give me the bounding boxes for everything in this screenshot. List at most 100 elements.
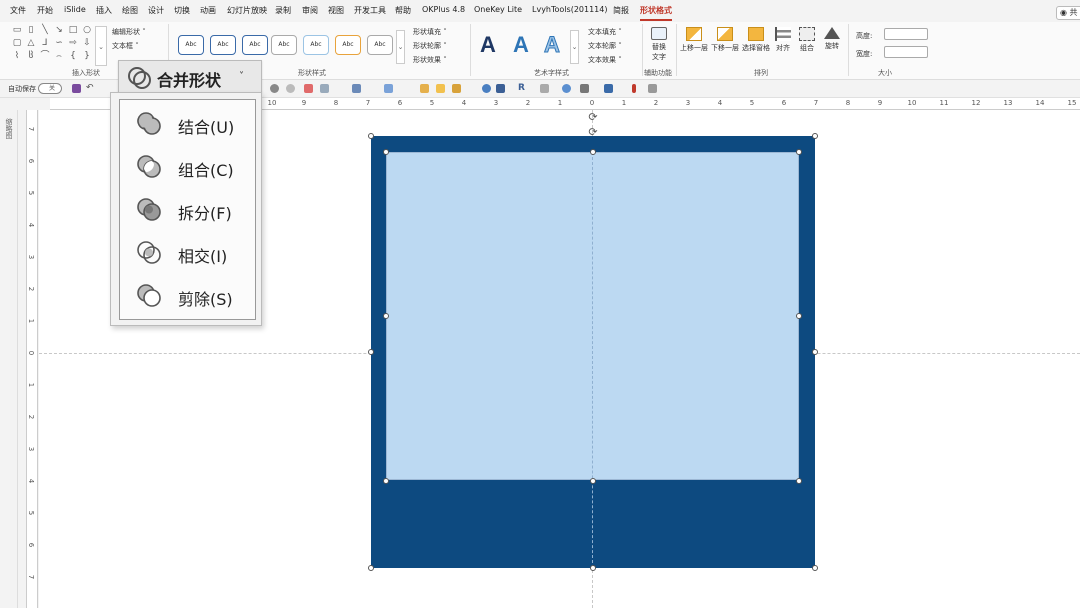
toolbar-dot-icon[interactable] — [286, 84, 295, 93]
menu-home[interactable]: 开始 — [37, 5, 53, 16]
wordart-style-1[interactable]: A — [480, 32, 496, 58]
menu-design[interactable]: 设计 — [148, 5, 164, 16]
text-outline-button[interactable]: 文本轮廓 ˅ — [588, 41, 622, 51]
menu-insert[interactable]: 插入 — [96, 5, 112, 16]
shape-style-3[interactable]: Abc — [242, 35, 268, 55]
vertical-textbox-icon[interactable]: ▯ — [26, 26, 36, 35]
menu-draw[interactable]: 绘图 — [122, 5, 138, 16]
menu-developer[interactable]: 开发工具 — [354, 5, 386, 16]
shape-gallery-more[interactable]: ⌄ — [95, 26, 107, 66]
menu-record[interactable]: 录制 — [275, 5, 291, 16]
line-icon[interactable]: ╲ — [40, 26, 50, 35]
thumbnail-panel-collapsed[interactable] — [0, 110, 18, 608]
shape-style-6[interactable]: Abc — [335, 35, 361, 55]
menu-briefing[interactable]: 简报 — [613, 5, 629, 16]
autosave-toggle[interactable]: 关 — [38, 83, 62, 94]
right-brace-icon[interactable]: } — [82, 52, 92, 61]
toolbar-image-icon[interactable] — [384, 84, 393, 93]
rectangle-icon[interactable]: □ — [68, 26, 78, 35]
resize-handle[interactable] — [796, 313, 802, 319]
toolbar-shape-icon[interactable] — [352, 84, 361, 93]
menu-item-subtract[interactable]: 剪除(S) — [120, 274, 254, 314]
menu-onekey[interactable]: OneKey Lite — [474, 5, 522, 14]
resize-handle[interactable] — [796, 149, 802, 155]
resize-handle[interactable] — [812, 133, 818, 139]
menu-islide[interactable]: iSlide — [64, 5, 86, 14]
text-box-button[interactable]: 文本框 ˅ — [112, 41, 139, 51]
freeform-icon[interactable]: ⌇ — [12, 52, 22, 61]
menu-slideshow[interactable]: 幻灯片放映 — [227, 5, 267, 16]
menu-review[interactable]: 审阅 — [302, 5, 318, 16]
undo-icon[interactable]: ↶ — [86, 84, 95, 93]
shape-outline-button[interactable]: 形状轮廓 ˅ — [413, 41, 447, 51]
toolbar-misc-icon[interactable] — [648, 84, 657, 93]
right-arrow-icon[interactable]: ⇨ — [68, 39, 78, 48]
rotate-button[interactable]: 旋转 — [815, 27, 849, 51]
edit-shape-button[interactable]: 编辑形状 ˅ — [112, 27, 146, 37]
rotate-handle-icon[interactable]: ⟳ — [588, 126, 597, 139]
toolbar-circle-icon[interactable] — [270, 84, 279, 93]
resize-handle[interactable] — [383, 478, 389, 484]
toolbar-blue-dot-icon[interactable] — [482, 84, 491, 93]
resize-handle[interactable] — [590, 149, 596, 155]
menu-item-fragment[interactable]: 拆分(F) — [120, 188, 254, 228]
toolbar-arrange-icon[interactable] — [452, 84, 461, 93]
share-button[interactable]: ◉ 共 — [1056, 6, 1080, 20]
menu-item-union[interactable]: 结合(U) — [120, 102, 254, 142]
toolbar-grid-icon[interactable] — [320, 84, 329, 93]
toolbar-fill-icon[interactable] — [436, 84, 445, 93]
shape-fill-button[interactable]: 形状填充 ˅ — [413, 27, 447, 37]
toolbar-red-bar-icon[interactable] — [632, 84, 636, 93]
menu-animations[interactable]: 动画 — [200, 5, 216, 16]
resize-handle[interactable] — [590, 478, 596, 484]
send-backward-button[interactable]: 下移一层 — [708, 27, 742, 53]
resize-handle[interactable] — [383, 149, 389, 155]
toolbar-frame-icon[interactable] — [580, 84, 589, 93]
menu-help[interactable]: 帮助 — [395, 5, 411, 16]
toolbar-table-icon[interactable] — [540, 84, 549, 93]
oval-icon[interactable]: ○ — [82, 26, 92, 35]
menu-item-combine[interactable]: 组合(C) — [120, 145, 254, 185]
toolbar-red-icon[interactable] — [304, 84, 313, 93]
menu-file[interactable]: 文件 — [10, 5, 26, 16]
arrow-line-icon[interactable]: ↘ — [54, 26, 64, 35]
wordart-style-3[interactable]: A — [544, 32, 561, 58]
resize-handle[interactable] — [796, 478, 802, 484]
menu-transitions[interactable]: 切换 — [174, 5, 190, 16]
left-brace-icon[interactable]: { — [68, 52, 78, 61]
bring-forward-button[interactable]: 上移一层 — [677, 27, 711, 53]
text-fill-button[interactable]: 文本填充 ˅ — [588, 27, 622, 37]
toolbar-r-icon[interactable]: R — [518, 84, 527, 93]
alt-text-button[interactable]: 替换 文字 — [648, 27, 670, 62]
menu-view[interactable]: 视图 — [328, 5, 344, 16]
save-icon[interactable] — [72, 84, 81, 93]
resize-handle[interactable] — [368, 565, 374, 571]
toolbar-globe-icon[interactable] — [562, 84, 571, 93]
down-arrow-icon[interactable]: ⇩ — [82, 39, 92, 48]
shape-style-5[interactable]: Abc — [303, 35, 329, 55]
wordart-style-2[interactable]: A — [513, 32, 529, 58]
resize-handle[interactable] — [590, 565, 596, 571]
curve-connector-icon[interactable]: ∽ — [54, 39, 64, 48]
shape-style-more[interactable]: ⌄ — [396, 30, 405, 64]
arc-icon[interactable]: ⌒ — [40, 52, 50, 61]
toolbar-layer-icon[interactable] — [420, 84, 429, 93]
merge-shapes-button[interactable]: 合并形状 ˅ — [118, 60, 262, 93]
height-input[interactable] — [884, 28, 928, 40]
resize-handle[interactable] — [368, 133, 374, 139]
shape-style-1[interactable]: Abc — [178, 35, 204, 55]
shape-effect-button[interactable]: 形状效果 ˅ — [413, 55, 447, 65]
textbox-shape-icon[interactable]: ▭ — [12, 26, 22, 35]
resize-handle[interactable] — [383, 313, 389, 319]
scribble-icon[interactable]: ჱ — [26, 52, 36, 61]
text-effect-button[interactable]: 文本效果 ˅ — [588, 55, 622, 65]
resize-handle[interactable] — [812, 565, 818, 571]
resize-handle[interactable] — [368, 349, 374, 355]
menu-okplus[interactable]: OKPlus 4.8 — [422, 5, 465, 14]
toolbar-blue-icon[interactable] — [604, 84, 613, 93]
thumbnail-panel-label[interactable]: 缩略图 — [4, 118, 14, 139]
rounded-rect-icon[interactable]: ▢ — [12, 39, 22, 48]
menu-lvyhtools[interactable]: LvyhTools(201114) — [532, 5, 607, 14]
width-input[interactable] — [884, 46, 928, 58]
shape-style-2[interactable]: Abc — [210, 35, 236, 55]
